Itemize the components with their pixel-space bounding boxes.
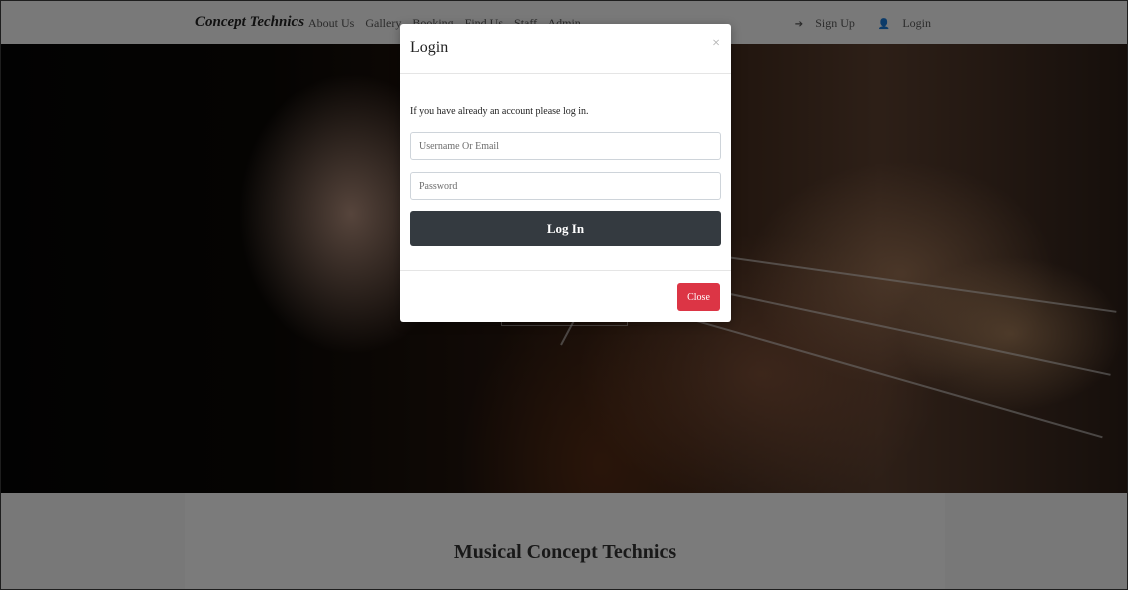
modal-header: Login × — [400, 24, 731, 74]
login-button[interactable]: Log In — [410, 211, 721, 246]
login-modal: Login × If you have already an account p… — [400, 24, 731, 322]
modal-footer: Close — [400, 270, 731, 322]
modal-title: Login — [410, 39, 449, 56]
modal-body: If you have already an account please lo… — [400, 74, 731, 270]
password-input[interactable] — [410, 172, 721, 200]
username-input[interactable] — [410, 132, 721, 160]
login-message: If you have already an account please lo… — [410, 106, 589, 117]
close-button[interactable]: Close — [677, 283, 720, 311]
close-icon[interactable]: × — [712, 37, 720, 51]
